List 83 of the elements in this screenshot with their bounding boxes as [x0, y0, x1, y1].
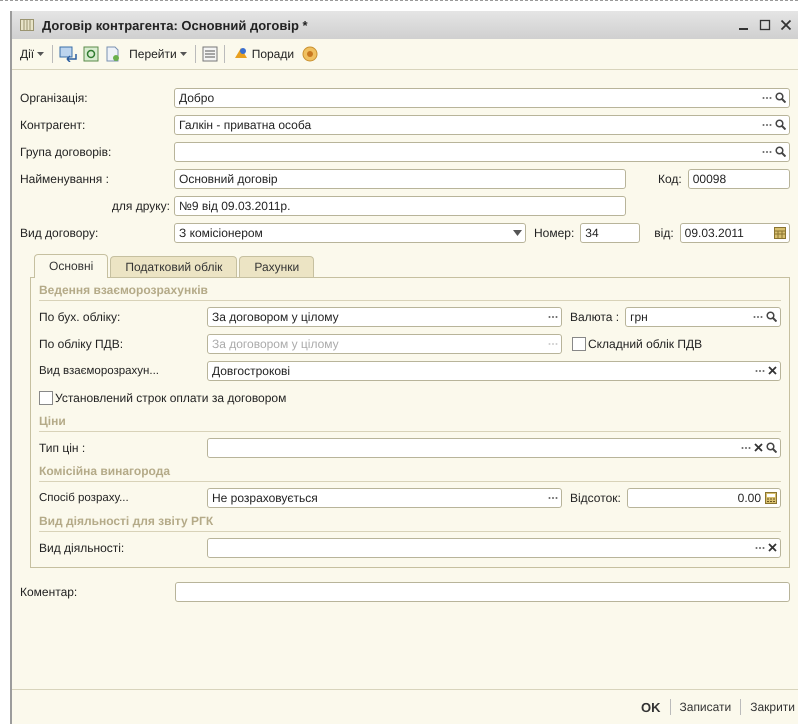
field-label: Валюта : [569, 310, 620, 324]
help-icon[interactable] [302, 46, 318, 62]
clear-icon[interactable] [768, 543, 777, 552]
ellipsis-icon[interactable] [762, 150, 772, 154]
checkbox[interactable] [39, 390, 53, 404]
dialog-button[interactable]: Закрити [747, 700, 798, 714]
caret-icon [37, 52, 44, 56]
field-label: від: [653, 226, 675, 240]
field-label: Вид діяльності: [39, 540, 126, 554]
checkbox[interactable] [572, 336, 586, 350]
search-icon[interactable] [766, 311, 777, 322]
input-field[interactable]: №9 від 09.03.2011р. [174, 196, 626, 216]
input-field[interactable] [207, 438, 781, 458]
search-icon[interactable] [775, 119, 786, 130]
search-icon[interactable] [775, 146, 786, 157]
window-icon [20, 19, 34, 31]
field-label: Група договорів: [20, 144, 112, 158]
document-icon[interactable] [105, 46, 122, 62]
number-field[interactable]: 0.00 [626, 488, 781, 508]
actions-menu[interactable]: Дії [18, 47, 46, 61]
window-title: Договір контрагента: Основний договір * [42, 18, 309, 32]
save-close-icon[interactable] [59, 46, 78, 62]
checkbox-label: Установлений строк оплати за договором [55, 390, 286, 404]
input-field[interactable]: 34 [580, 222, 640, 242]
field-label: Контрагент: [20, 118, 86, 132]
field-label: По обліку ПДВ: [39, 336, 124, 350]
ellipsis-icon[interactable] [548, 496, 558, 500]
section-header: Комісійна винагорода [39, 461, 781, 482]
clear-icon[interactable] [768, 366, 777, 375]
input-field[interactable]: Не розраховується [207, 488, 562, 508]
dialog-button[interactable]: OK [638, 700, 664, 714]
tab[interactable]: Рахунки [239, 256, 314, 277]
input-field[interactable]: Довгострокові [207, 360, 781, 380]
input-field[interactable] [174, 142, 790, 162]
close-icon[interactable] [780, 19, 792, 31]
goto-menu[interactable]: Перейти [127, 47, 189, 61]
section-header: Вид діяльності для звіту РГК [39, 511, 781, 532]
list-icon[interactable] [202, 46, 218, 62]
ellipsis-icon[interactable] [548, 314, 558, 318]
input-field[interactable]: грн [625, 306, 781, 326]
search-icon[interactable] [775, 92, 786, 103]
ellipsis-icon[interactable] [762, 122, 772, 126]
ellipsis-icon[interactable] [741, 446, 751, 450]
field-label: для друку: [110, 198, 171, 212]
field-label: Організація: [20, 90, 89, 104]
maximize-icon[interactable] [759, 19, 771, 31]
dropdown-field[interactable]: З комісіонером [174, 222, 526, 242]
field-label: По бух. обліку: [39, 310, 122, 324]
tab[interactable]: Основні [34, 254, 108, 278]
ellipsis-icon[interactable] [755, 368, 765, 372]
section-header: Ведення взаєморозрахунків [39, 280, 781, 301]
ellipsis-icon[interactable] [755, 546, 765, 550]
date-field[interactable]: 09.03.2011 [680, 222, 790, 242]
input-field[interactable]: Добро [174, 88, 790, 108]
field-label: Вид договору: [20, 226, 100, 240]
ellipsis-icon[interactable] [762, 96, 772, 100]
search-icon[interactable] [766, 442, 777, 453]
tab[interactable]: Податковий облік [110, 256, 238, 277]
field-label: Найменування : [20, 172, 110, 186]
input-field[interactable]: Основний договір [174, 168, 626, 188]
checkbox-label: Складний облік ПДВ [588, 336, 702, 350]
field-label: Коментар: [20, 584, 78, 598]
caret-icon [180, 52, 187, 56]
input-field[interactable]: За договором у цілому [207, 306, 562, 326]
input-field[interactable]: Галкін - приватна особа [174, 114, 790, 134]
clear-icon[interactable] [754, 443, 763, 452]
calendar-icon[interactable] [774, 226, 786, 238]
section-header: Ціни [39, 411, 781, 432]
comment-field[interactable] [175, 582, 790, 602]
ellipsis-icon[interactable] [753, 314, 763, 318]
tips-button[interactable]: Поради [230, 46, 296, 62]
field-label: Відсоток: [569, 490, 622, 504]
field-label: Тип цін : [39, 440, 86, 454]
input-field[interactable]: 00098 [688, 168, 790, 188]
dialog-button[interactable]: Записати [676, 700, 734, 714]
field-label: Вид взаєморозрахун... [39, 364, 160, 376]
refresh-icon[interactable] [83, 46, 100, 62]
field-label: Номер: [533, 226, 576, 240]
input-field[interactable] [207, 538, 781, 558]
dropdown-arrow-icon[interactable] [513, 230, 522, 236]
field-label: Код: [657, 172, 683, 186]
calculator-icon[interactable] [765, 492, 777, 504]
field-label: Спосіб розраху... [39, 492, 130, 504]
